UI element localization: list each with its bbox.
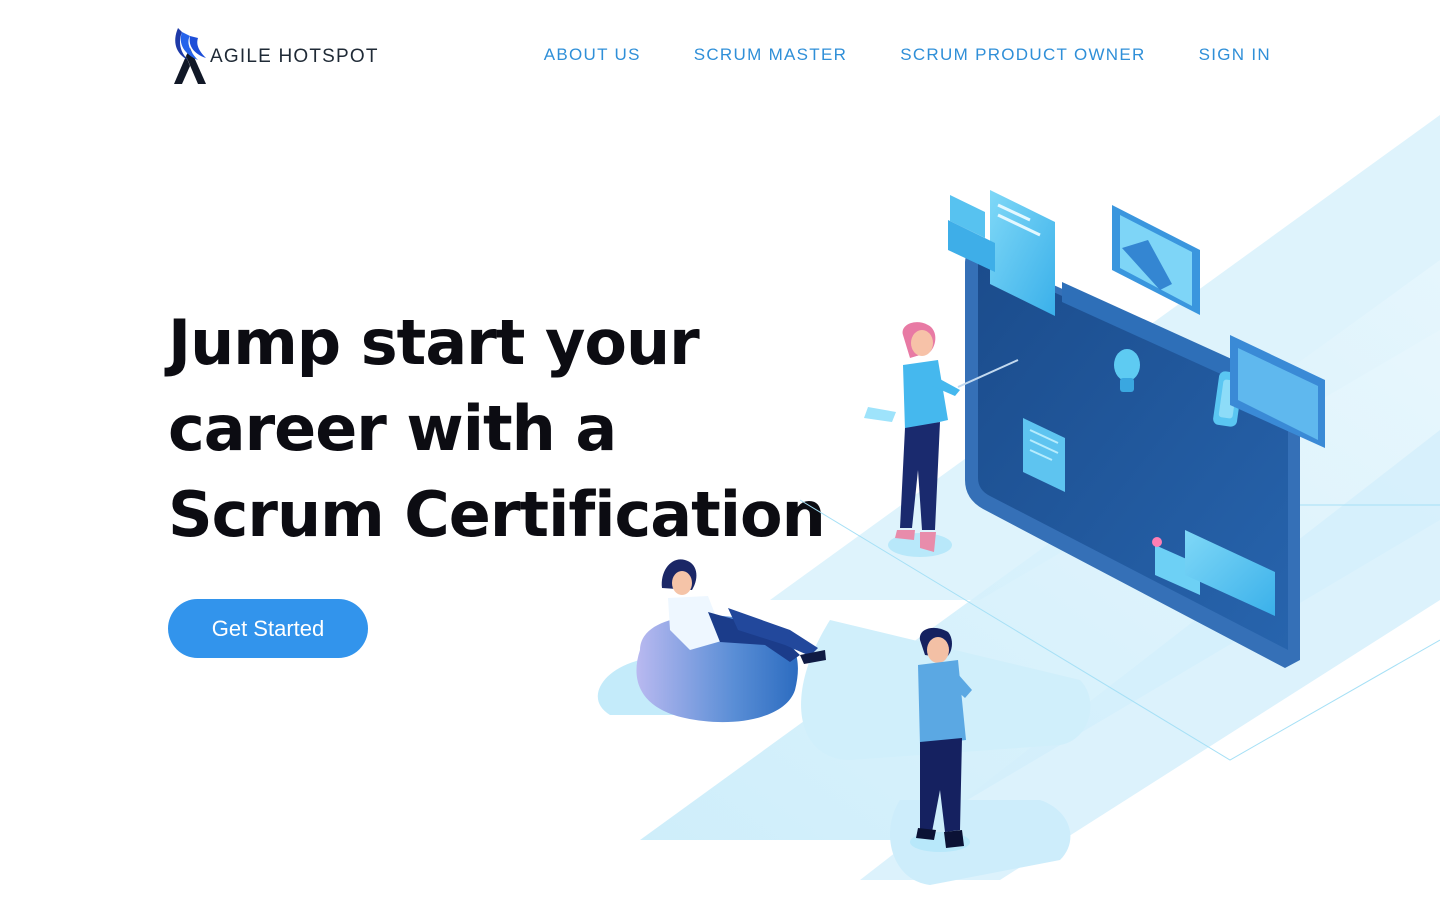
nav-about-us[interactable]: ABOUT US xyxy=(544,45,641,65)
nav-sign-in[interactable]: SIGN IN xyxy=(1199,45,1271,65)
main-nav: ABOUT US SCRUM MASTER SCRUM PRODUCT OWNE… xyxy=(544,45,1271,65)
site-header: AGILE HOTSPOT ABOUT US SCRUM MASTER SCRU… xyxy=(0,0,1440,115)
brand-name: AGILE HOTSPOT xyxy=(210,46,379,67)
get-started-button[interactable]: Get Started xyxy=(168,599,368,658)
nav-scrum-product-owner[interactable]: SCRUM PRODUCT OWNER xyxy=(900,45,1145,65)
hero-title-line-2: career with a xyxy=(168,392,617,465)
landing-page: AGILE HOTSPOT ABOUT US SCRUM MASTER SCRU… xyxy=(0,0,1440,900)
brand-logo[interactable]: AGILE HOTSPOT xyxy=(168,26,379,86)
isometric-team-whiteboard-illustration xyxy=(597,115,1440,885)
agile-hotspot-logo-icon xyxy=(174,28,206,84)
nav-scrum-master[interactable]: SCRUM MASTER xyxy=(694,45,848,65)
